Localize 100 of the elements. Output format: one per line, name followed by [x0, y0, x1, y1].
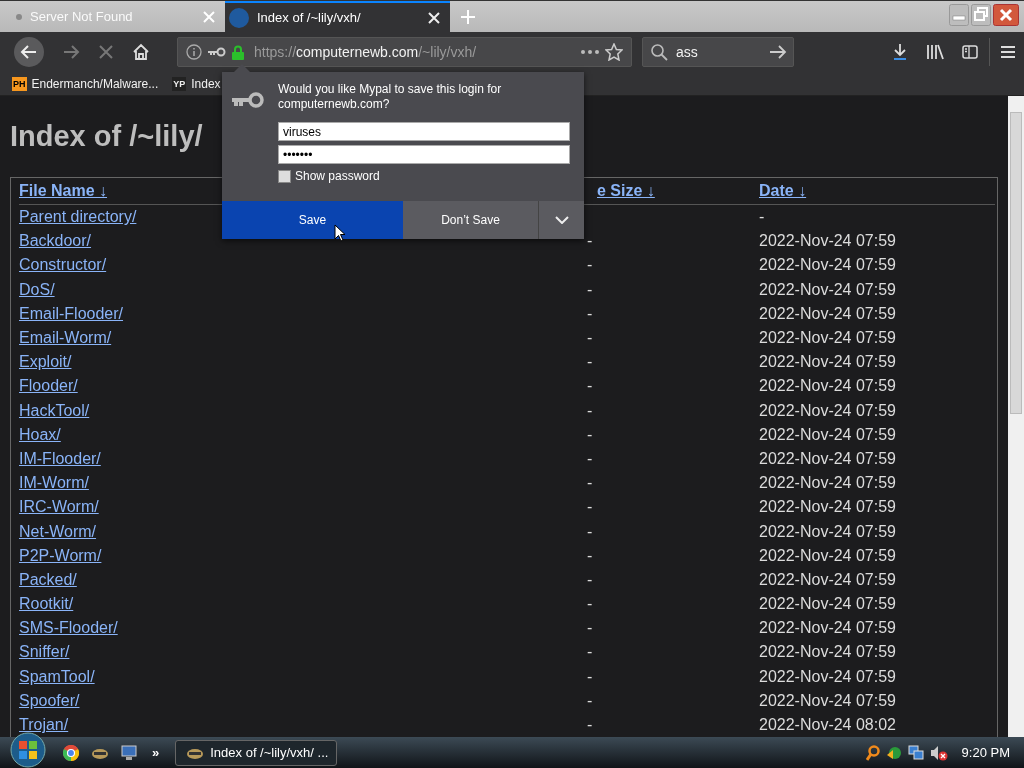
tab-title: Index of /~lily/vxh/ [257, 10, 362, 25]
go-arrow-icon[interactable] [769, 45, 787, 59]
download-icon[interactable] [892, 43, 908, 61]
date-text: 2022-Nov-24 07:59 [759, 232, 896, 250]
bookmark-label[interactable]: Index [191, 76, 221, 91]
minimize-icon[interactable] [949, 4, 969, 26]
date-text: 2022-Nov-24 08:02 [759, 716, 896, 734]
directory-link[interactable]: Net-Worm/ [19, 522, 97, 540]
size-text: - [587, 232, 593, 250]
date-text: 2022-Nov-24 07:59 [759, 595, 896, 613]
password-field[interactable]: ••••••• [278, 145, 570, 164]
size-text: - [587, 280, 593, 298]
more-icon[interactable] [581, 50, 599, 54]
size-text: - [587, 329, 593, 347]
directory-link[interactable]: Constructor/ [19, 256, 107, 274]
checkbox[interactable] [278, 169, 291, 183]
directory-link[interactable]: IRC-Worm/ [19, 498, 99, 516]
mouse-pointer-icon [334, 224, 346, 242]
checkbox-label[interactable]: Show password [295, 169, 380, 183]
directory-link[interactable]: Trojan/ [19, 716, 69, 734]
page-heading: Index of /~lily/ [10, 120, 203, 153]
search-field[interactable]: ass [642, 37, 794, 67]
directory-link[interactable]: IM-Worm/ [19, 474, 89, 492]
network-icon[interactable] [907, 744, 924, 761]
globe-icon[interactable] [885, 744, 902, 761]
library-icon[interactable] [926, 44, 944, 60]
bookmark-favicon: PH [12, 76, 27, 91]
directory-link[interactable]: Flooder/ [19, 377, 78, 395]
directory-link[interactable]: Email-Flooder/ [19, 304, 124, 322]
dot-icon [16, 13, 22, 20]
scrollbar[interactable] [1008, 96, 1024, 737]
date-text: 2022-Nov-24 07:59 [759, 522, 896, 540]
date-text: 2022-Nov-24 07:59 [759, 377, 896, 395]
directory-link[interactable]: SpamTool/ [19, 667, 95, 685]
size-text: - [587, 498, 593, 516]
directory-link[interactable]: P2P-Worm/ [19, 546, 102, 564]
date-text: 2022-Nov-24 07:59 [759, 353, 896, 371]
url-text: https://computernewb.com/~lily/vxh/ [254, 44, 477, 60]
menu-icon[interactable] [1001, 46, 1015, 58]
clock-text[interactable]: 9:20 PM [961, 745, 1010, 760]
size-text: - [587, 570, 593, 588]
directory-link[interactable]: Email-Worm/ [19, 329, 112, 347]
dropdown-button[interactable] [538, 201, 584, 239]
date-text: 2022-Nov-24 07:59 [759, 498, 896, 516]
date-text: 2022-Nov-24 07:59 [759, 256, 896, 274]
size-text: - [587, 643, 593, 661]
directory-link[interactable]: Backdoor/ [19, 232, 92, 250]
overflow-chevron[interactable]: » [152, 745, 160, 760]
search-icon [651, 43, 668, 61]
key-icon[interactable] [208, 47, 226, 57]
bookmark-label[interactable]: Endermanch/Malware... [31, 76, 159, 91]
close-icon[interactable] [993, 4, 1019, 26]
date-text: 2022-Nov-24 07:59 [759, 619, 896, 637]
directory-link[interactable]: HackTool/ [19, 401, 90, 419]
sidebar-icon[interactable] [962, 45, 978, 59]
save-button[interactable]: Save [222, 201, 403, 239]
start-button-icon[interactable] [10, 731, 46, 768]
stop-icon[interactable] [98, 44, 114, 60]
date-text: 2022-Nov-24 07:59 [759, 329, 896, 347]
browser-icon[interactable] [63, 744, 79, 761]
size-text: - [587, 667, 593, 685]
directory-link[interactable]: IM-Flooder/ [19, 449, 101, 467]
star-icon[interactable] [605, 43, 623, 61]
column-header-link[interactable]: e Size ↓ [587, 182, 759, 200]
dont-save-button[interactable]: Don’t Save [403, 201, 538, 239]
directory-link[interactable]: Rootkit/ [19, 595, 74, 613]
forward-icon[interactable] [62, 43, 80, 61]
info-icon[interactable] [186, 44, 202, 60]
back-icon[interactable] [14, 37, 44, 67]
size-text: - [587, 546, 593, 564]
size-text: - [587, 522, 593, 540]
directory-link[interactable]: DoS/ [19, 280, 55, 298]
maximize-icon[interactable] [971, 4, 991, 26]
browser-tab[interactable]: Index of /~lily/vxh/ [225, 1, 450, 32]
size-text: - [587, 256, 593, 274]
computer-icon[interactable] [121, 744, 137, 761]
address-bar[interactable]: https://computernewb.com/~lily/vxh/ [177, 37, 632, 67]
directory-link[interactable]: Packed/ [19, 570, 77, 588]
chevron-down-icon [554, 216, 569, 224]
muted-speaker-icon[interactable] [929, 744, 948, 761]
magnifier-icon[interactable] [865, 744, 880, 761]
size-text: - [587, 449, 593, 467]
directory-link[interactable]: Spoofer/ [19, 691, 80, 709]
home-icon[interactable] [132, 43, 150, 61]
directory-link[interactable]: Parent directory/ [19, 208, 137, 226]
date-text: 2022-Nov-24 07:59 [759, 401, 896, 419]
search-input[interactable]: ass [676, 44, 761, 60]
directory-link[interactable]: SMS-Flooder/ [19, 619, 118, 637]
size-text: - [587, 474, 593, 492]
column-header-link[interactable]: Date ↓ [759, 182, 995, 200]
tab-title: Server Not Found [30, 9, 134, 24]
size-text: - [587, 304, 593, 322]
globe-icon [229, 7, 249, 28]
size-text: - [587, 691, 593, 709]
date-text: 2022-Nov-24 07:59 [759, 425, 896, 443]
directory-link[interactable]: Hoax/ [19, 425, 61, 443]
directory-link[interactable]: Sniffer/ [19, 643, 70, 661]
username-field[interactable]: viruses [278, 122, 570, 141]
size-text: - [587, 425, 593, 443]
directory-link[interactable]: Exploit/ [19, 353, 72, 371]
